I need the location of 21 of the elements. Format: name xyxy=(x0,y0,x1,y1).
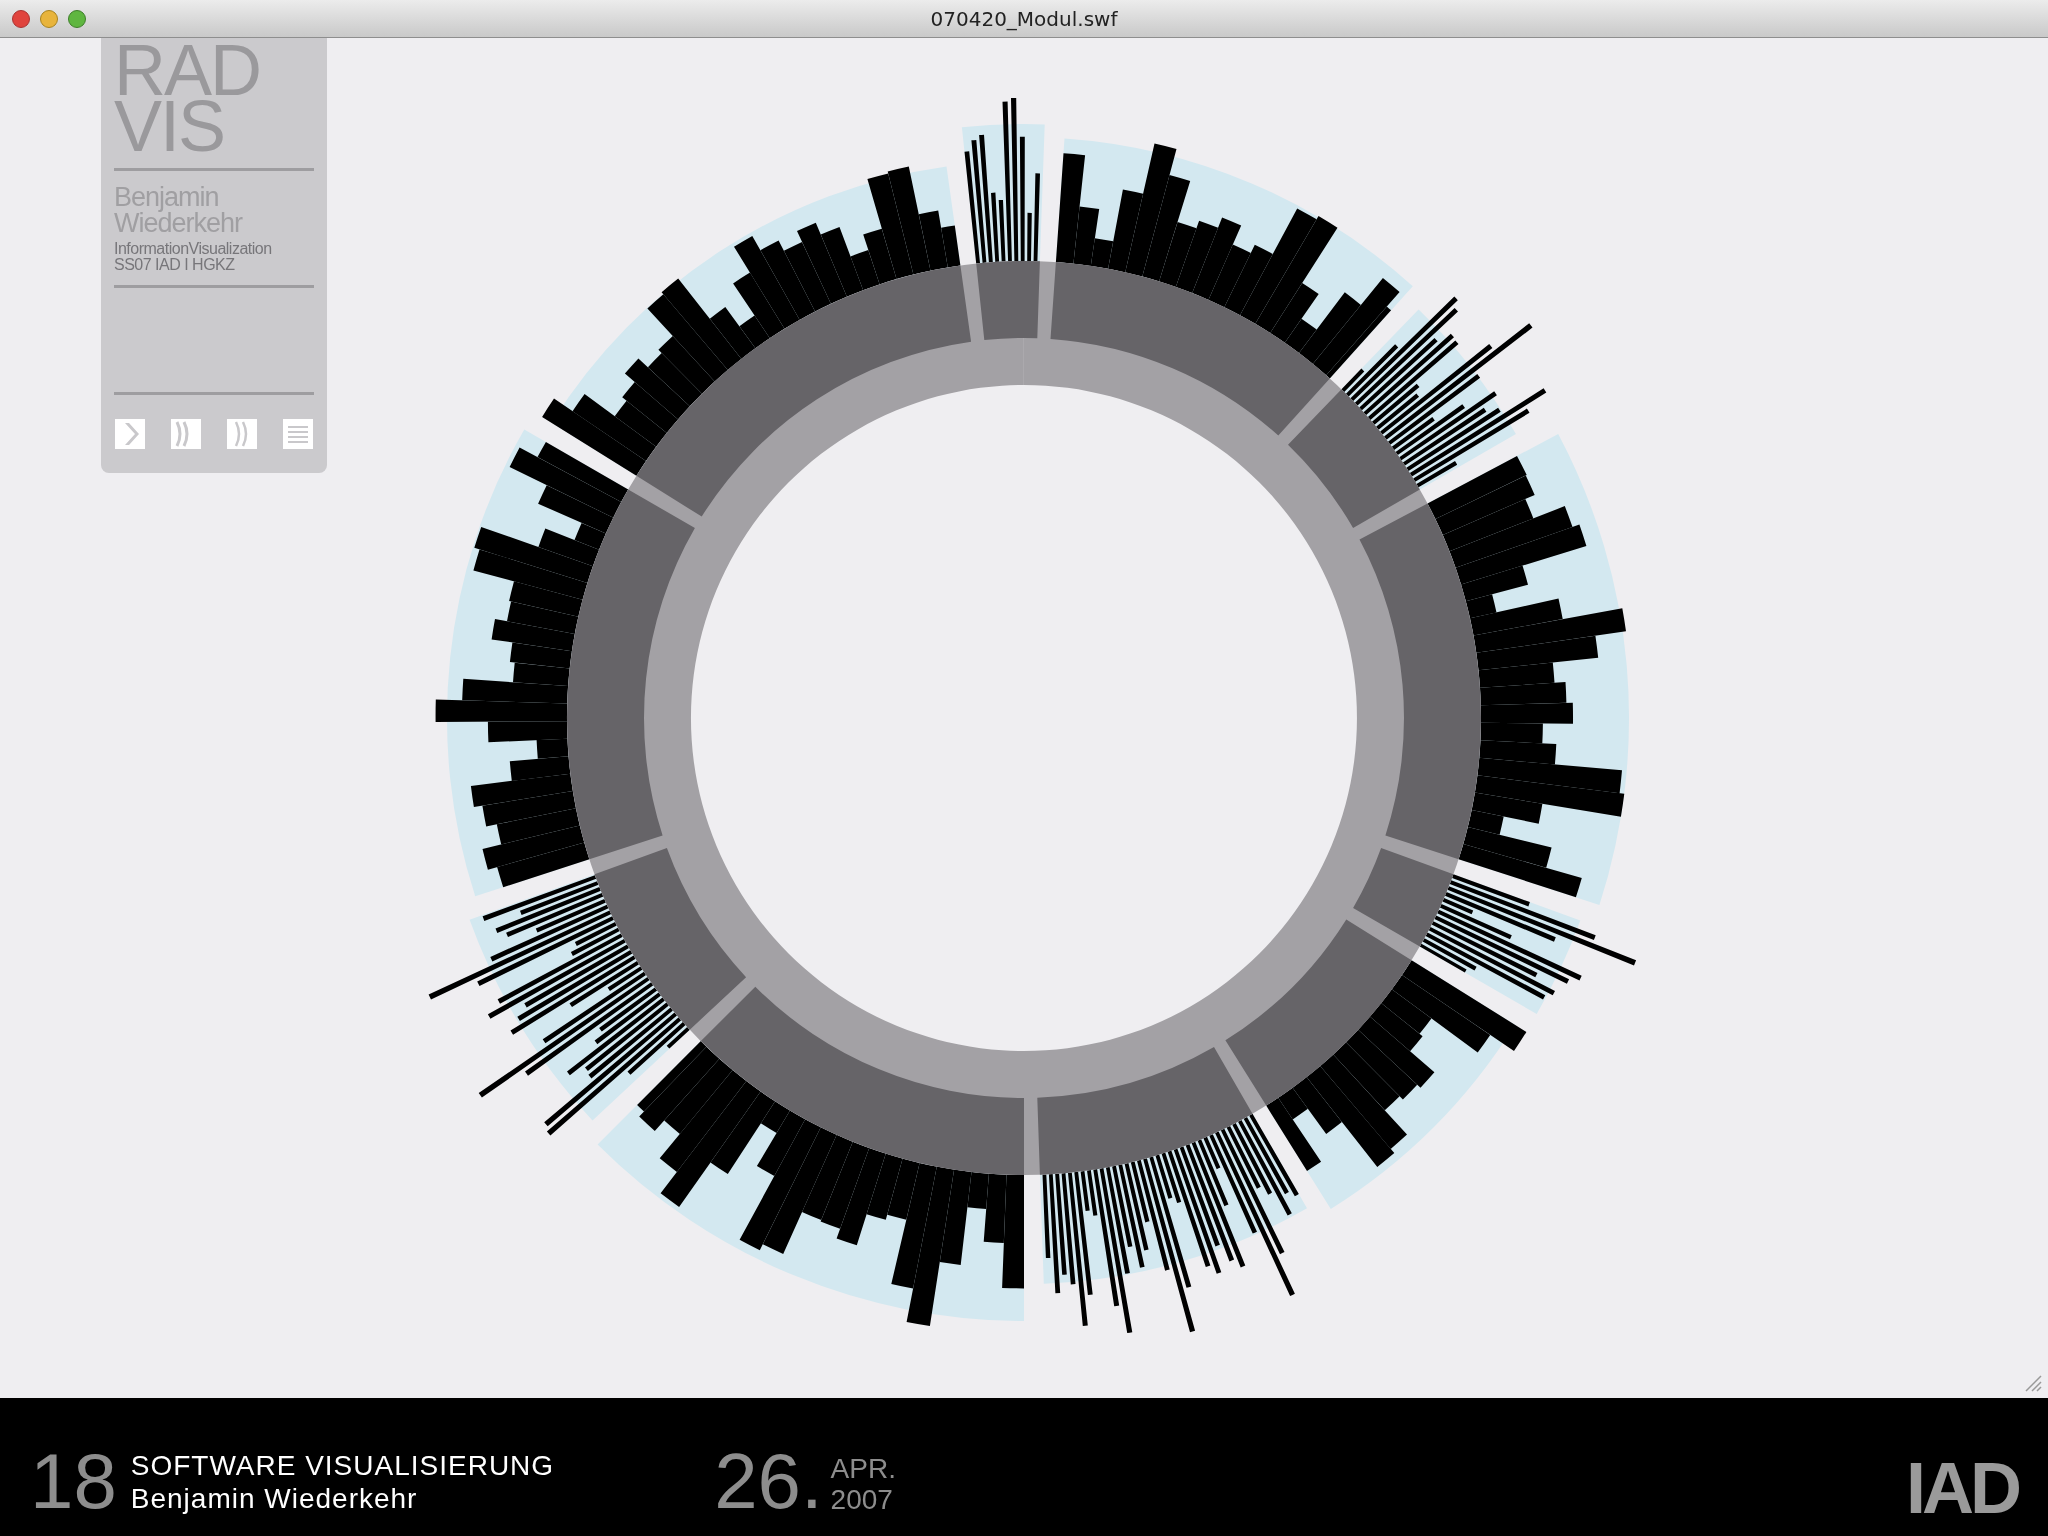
skip-button[interactable] xyxy=(227,419,257,449)
window-title: 070420_Modul.swf xyxy=(930,5,1118,33)
zoom-button[interactable] xyxy=(68,10,86,28)
brand-logo: IAD xyxy=(1906,1452,2018,1524)
event-year: 2007 xyxy=(830,1485,894,1516)
course-info: InformationVisualization xyxy=(114,240,273,257)
step-button[interactable] xyxy=(171,419,201,449)
session-title: SOFTWARE VISUALISIERUNG xyxy=(130,1448,555,1483)
list-icon xyxy=(283,419,313,449)
course-info: SS07 IAD I HGKZ xyxy=(114,256,236,273)
step-icon xyxy=(171,419,201,449)
list-button[interactable] xyxy=(283,419,313,449)
session-number: 18 xyxy=(30,1442,117,1520)
event-day: 26. xyxy=(714,1442,823,1520)
close-button[interactable] xyxy=(12,10,30,28)
play-button[interactable] xyxy=(115,419,145,449)
speaker-name: Benjamin Wiederkehr xyxy=(130,1482,419,1516)
minimize-button[interactable] xyxy=(40,10,58,28)
skip-icon xyxy=(227,419,257,449)
play-icon xyxy=(115,419,145,449)
event-month: APR. xyxy=(830,1454,896,1486)
